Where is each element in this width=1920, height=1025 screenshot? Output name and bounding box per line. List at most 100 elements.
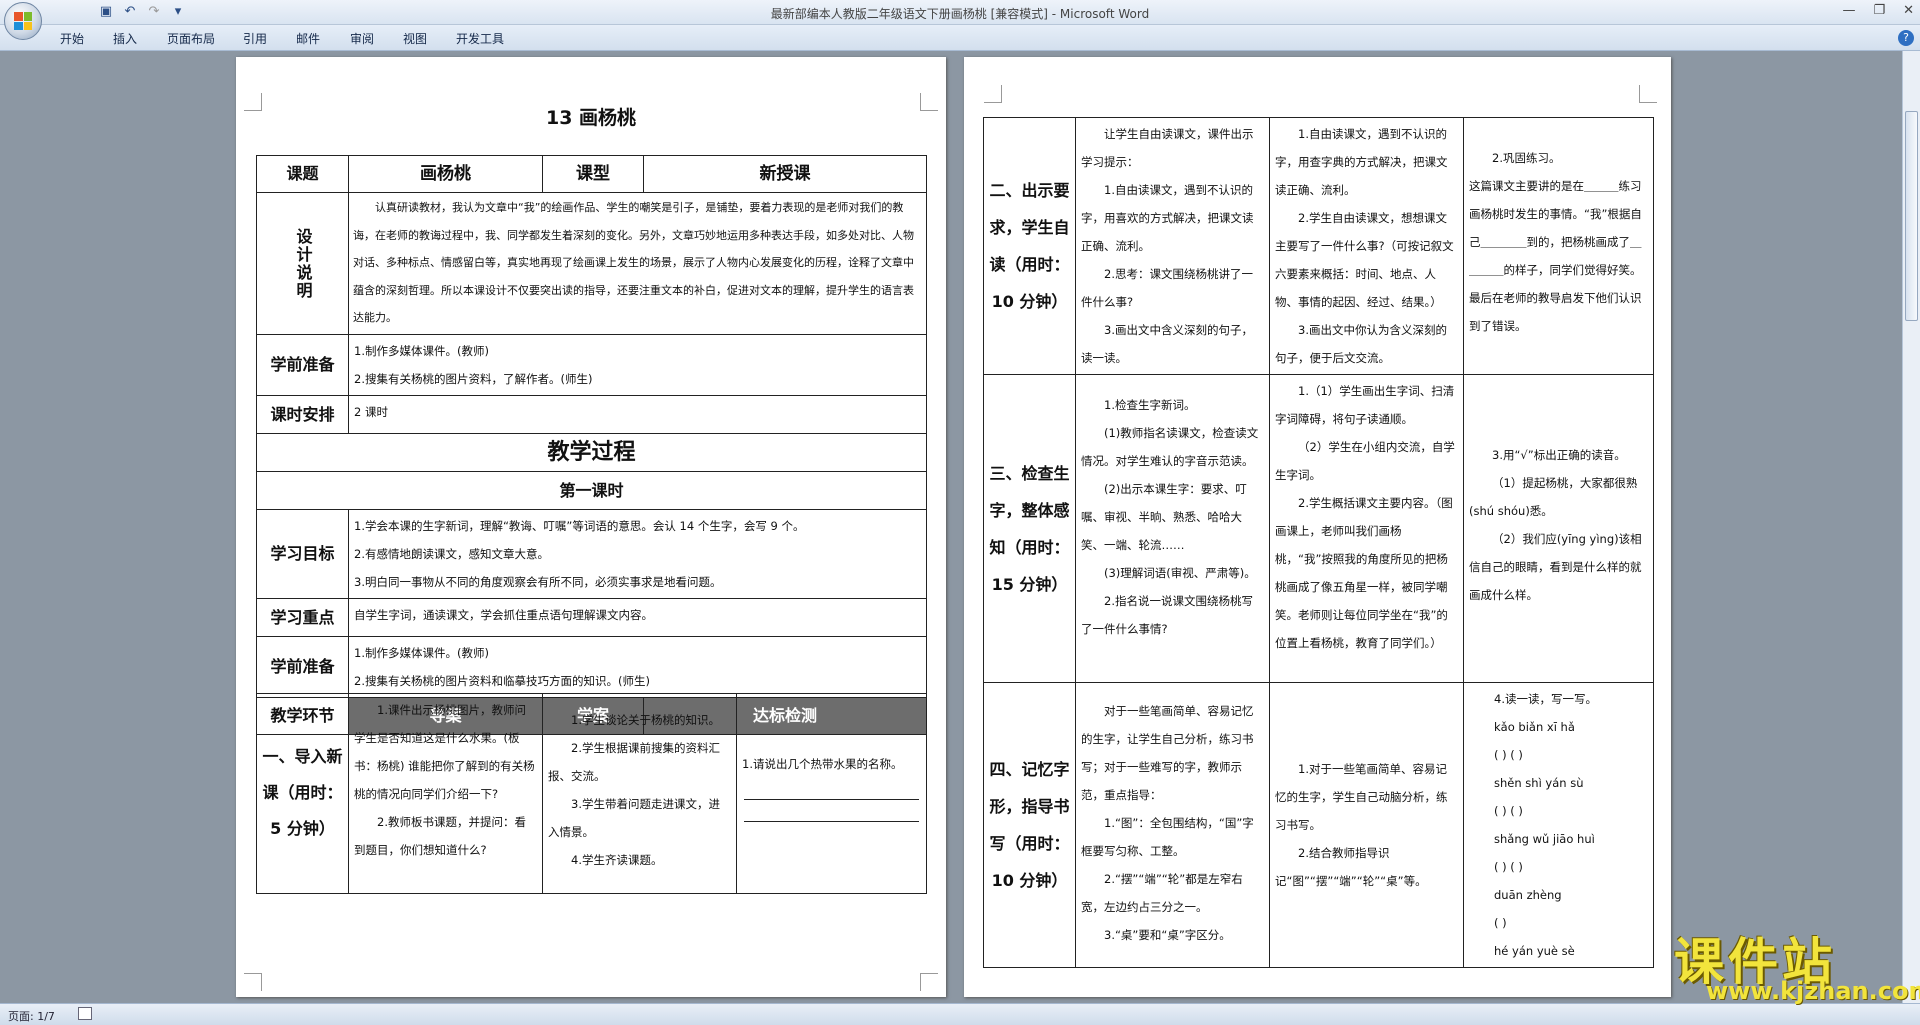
stage1-label: 一、导入新课（用时：5 分钟）	[256, 692, 349, 894]
scroll-thumb[interactable]	[1905, 111, 1918, 321]
key-value: 自学生字词，通读课文，学会抓住重点语句理解课文内容。	[348, 598, 927, 637]
prep-item: 2.搜集有关杨桃的图片资料，了解作者。(师生)	[354, 372, 593, 386]
tab-review[interactable]: 审阅	[350, 30, 374, 47]
answer-blanks: ( ) ( )	[1494, 804, 1523, 818]
margin-mark	[984, 85, 1002, 103]
page-2: 二、出示要求，学生自读（用时：10 分钟） 让学生自由读课文，课件出示学习提示：…	[964, 57, 1671, 997]
stage1-guide: 1.课件出示杨桃图片，教师问学生是否知道这是什么水果。(板书：杨桃) 谁能把你了…	[348, 692, 543, 894]
prep-item: 1.制作多媒体课件。(教师)	[354, 344, 489, 358]
answer-line	[744, 800, 919, 822]
type-value: 新授课	[643, 155, 927, 193]
stage2-guide: 让学生自由读课文，课件出示学习提示： 1.自由读课文，遇到不认识的字，用喜欢的方…	[1075, 117, 1270, 375]
design-label: 设计说明	[256, 192, 349, 335]
tab-home[interactable]: 开始	[60, 30, 84, 47]
stage3-guide-item: (2)出示本课生字：要求、叮嘱、审视、半晌、熟悉、哈哈大笑、一端、轮流……	[1081, 482, 1247, 552]
close-icon[interactable]: ✕	[1903, 3, 1914, 18]
minimize-icon[interactable]: —	[1842, 3, 1855, 18]
stage2-study-item: 1.自由读课文，遇到不认识的字，用查字典的方式解决，把课文读正确、流利。	[1275, 127, 1448, 197]
office-button[interactable]	[4, 2, 42, 40]
proofing-icon[interactable]	[78, 1007, 92, 1020]
lesson-table: 课题 画杨桃 课型 新授课 设计说明 认真研读教材，我认为文章中“我”的绘画作品…	[256, 155, 927, 735]
stage2-guide-item: 1.自由读课文，遇到不认识的字，用喜欢的方式解决，把课文读正确、流利。	[1081, 183, 1254, 253]
stage3-check-item: （2）我们应(yīng yìng)该相信自己的眼睛，看到是什么样的就画成什么样。	[1469, 532, 1642, 602]
stage3-check-item: 3.用“√”标出正确的读音。	[1492, 448, 1626, 462]
tab-page-layout[interactable]: 页面布局	[167, 30, 215, 47]
tab-references[interactable]: 引用	[243, 30, 267, 47]
pinyin-row: shěn shì yán sù	[1494, 776, 1584, 790]
stages-table: 二、出示要求，学生自读（用时：10 分钟） 让学生自由读课文，课件出示学习提示：…	[983, 117, 1654, 968]
watermark-logo: 课件站 www.kjzhan.com	[1668, 922, 1920, 1005]
pinyin-row: kǎo biǎn xī hǎ	[1494, 720, 1575, 734]
prep2-cell: 1.制作多媒体课件。(教师) 2.搜集有关杨桃的图片资料和临摹技巧方面的知识。(…	[348, 636, 927, 698]
tab-insert[interactable]: 插入	[113, 30, 137, 47]
redo-icon[interactable]: ↷	[146, 4, 162, 20]
stage4-check: 4.读一读，写一写。 kǎo biǎn xī hǎ ( ) ( ) shěn s…	[1463, 682, 1654, 968]
quick-access-toolbar: ▣ ↶ ↷ ▾	[50, 4, 186, 20]
answer-line	[744, 778, 919, 800]
page-indicator[interactable]: 页面: 1/7	[8, 1008, 55, 1024]
answer-blanks: ( ) ( )	[1494, 748, 1523, 762]
stage1-study-item: 3.学生带着问题走进课文，进入情景。	[548, 796, 720, 839]
stage3-study-item: 2.学生概括课文主要内容。（图画课上，老师叫我们画杨桃，“我”按照我的角度所见的…	[1275, 496, 1453, 650]
stage2-study-item: 3.画出文中你认为含义深刻的句子，便于后文交流。	[1275, 323, 1447, 365]
watermark-url: www.kjzhan.com	[1706, 977, 1920, 1005]
customize-dropdown-icon[interactable]: ▾	[170, 4, 186, 20]
office-logo-icon	[14, 12, 32, 30]
stage1-study-item: 2.学生根据课前搜集的资料汇报、交流。	[548, 740, 720, 783]
stage2-guide-item: 2.思考：课文围绕杨桃讲了一件什么事?	[1081, 267, 1253, 309]
stage3-check-item: （1）提起杨桃，大家都很熟(shú shóu)悉。	[1469, 476, 1638, 518]
stage1-study: 1.学生谈论关于杨桃的知识。 2.学生根据课前搜集的资料汇报、交流。 3.学生带…	[542, 692, 737, 894]
stage4-guide-item: 1.“图”：全包围结构，“国”字框要写匀称、工整。	[1081, 816, 1254, 858]
process-heading: 教学过程	[256, 433, 927, 472]
hours-label: 课时安排	[256, 395, 349, 434]
vertical-scrollbar[interactable]	[1902, 51, 1920, 1003]
stage2-guide-item: 让学生自由读课文，课件出示学习提示：	[1081, 127, 1254, 169]
pinyin-row: shǎng wǔ jiāo huì	[1494, 832, 1595, 846]
prep2-item: 1.制作多媒体课件。(教师)	[354, 646, 489, 660]
prep-label: 学前准备	[256, 334, 349, 396]
stage3-guide-item: 2.指名说一说课文围绕杨桃写了一件什么事情?	[1081, 594, 1253, 636]
stage1-guide-item: 1.课件出示杨桃图片，教师问学生是否知道这是什么水果。(板书：杨桃) 谁能把你了…	[354, 702, 535, 801]
key-label: 学习重点	[256, 598, 349, 637]
maximize-icon[interactable]: ❐	[1873, 3, 1885, 18]
stage2-guide-item: 3.画出文中含义深刻的句子，读一读。	[1081, 323, 1253, 365]
tab-developer[interactable]: 开发工具	[456, 30, 504, 47]
page-1: 13 画杨桃 课题 画杨桃 课型 新授课 设计说明 认真研读教材，我认为文章中“…	[236, 57, 946, 997]
stage3-study-item: 1.（1）学生画出生字词、扫清字词障碍，将句子读通顺。	[1275, 384, 1455, 426]
window-controls: — ❐ ✕	[1842, 3, 1914, 18]
stage3-guide-item: (1)教师指名读课文，检查读文情况。对学生难认的字音示范读。	[1081, 426, 1259, 468]
stage4-study-item: 1.对于一些笔画简单、容易记忆的生字，学生自己动脑分析，练习书写。	[1275, 762, 1448, 832]
topic-value: 画杨桃	[348, 155, 543, 193]
stage2-study-item: 2.学生自由读课文，想想课文主要写了一件什么事?（可按记叙文六要素来概括：时间、…	[1275, 211, 1454, 309]
stage2-check-item: 2.巩固练习。	[1492, 151, 1561, 165]
margin-mark	[920, 973, 938, 991]
stage1-guide-item: 2.教师板书课题，并提问：看到题目，你们想知道什么?	[354, 814, 526, 857]
undo-icon[interactable]: ↶	[122, 4, 138, 20]
prep2-item: 2.搜集有关杨桃的图片资料和临摹技巧方面的知识。(师生)	[354, 674, 650, 688]
type-label: 课型	[542, 155, 644, 193]
stage3-study-item: （2）学生在小组内交流，自学生字词。	[1275, 440, 1455, 482]
stage3-guide-item: 1.检查生字新词。	[1104, 398, 1196, 412]
stage3-check: 3.用“√”标出正确的读音。 （1）提起杨桃，大家都很熟(shú shóu)悉。…	[1463, 374, 1654, 683]
goal-item: 3.明白同一事物从不同的角度观察会有所不同，必须实事求是地看问题。	[354, 575, 722, 589]
stage1-check-item: 1.请说出几个热带水果的名称。	[742, 756, 903, 771]
margin-mark	[244, 973, 262, 991]
window-title: 最新部编本人教版二年级语文下册画杨桃 [兼容模式] - Microsoft Wo…	[770, 7, 1150, 21]
answer-blanks: ( ) ( )	[1494, 860, 1523, 874]
stage4-guide-item: 3.“桌”要和“桌”字区分。	[1104, 928, 1231, 942]
stage2-check-item: 这篇课文主要讲的是在＿＿＿练习画杨桃时发生的事情。“我”根据自己＿＿＿＿到的，把…	[1469, 179, 1642, 333]
help-icon[interactable]: ?	[1898, 30, 1914, 46]
save-icon[interactable]: ▣	[98, 4, 114, 20]
stage1-table: 一、导入新课（用时：5 分钟） 1.课件出示杨桃图片，教师问学生是否知道这是什么…	[256, 692, 927, 894]
tab-mailings[interactable]: 邮件	[296, 30, 320, 47]
margin-mark	[1639, 85, 1657, 103]
pinyin-row: duān zhèng	[1494, 888, 1562, 902]
stage4-label: 四、记忆字形，指导书写（用时：10 分钟）	[983, 682, 1076, 968]
stage1-check: 1.请说出几个热带水果的名称。	[736, 692, 927, 894]
stage2-check: 2.巩固练习。 这篇课文主要讲的是在＿＿＿练习画杨桃时发生的事情。“我”根据自己…	[1463, 117, 1654, 375]
stage4-guide-item: 2.“摆”“端”“轮”都是左窄右宽，左边约占三分之一。	[1081, 872, 1243, 914]
stage4-guide-item: 对于一些笔画简单、容易记忆的生字，让学生自己分析，练习书写；对于一些难写的字，教…	[1081, 704, 1254, 802]
design-text: 认真研读教材，我认为文章中“我”的绘画作品、学生的嘲笑是引子，是铺垫，要着力表现…	[353, 201, 914, 324]
tab-view[interactable]: 视图	[403, 30, 427, 47]
goals-cell: 1.学会本课的生字新词，理解“教诲、叮嘱”等词语的意思。会认 14 个生字，会写…	[348, 509, 927, 599]
